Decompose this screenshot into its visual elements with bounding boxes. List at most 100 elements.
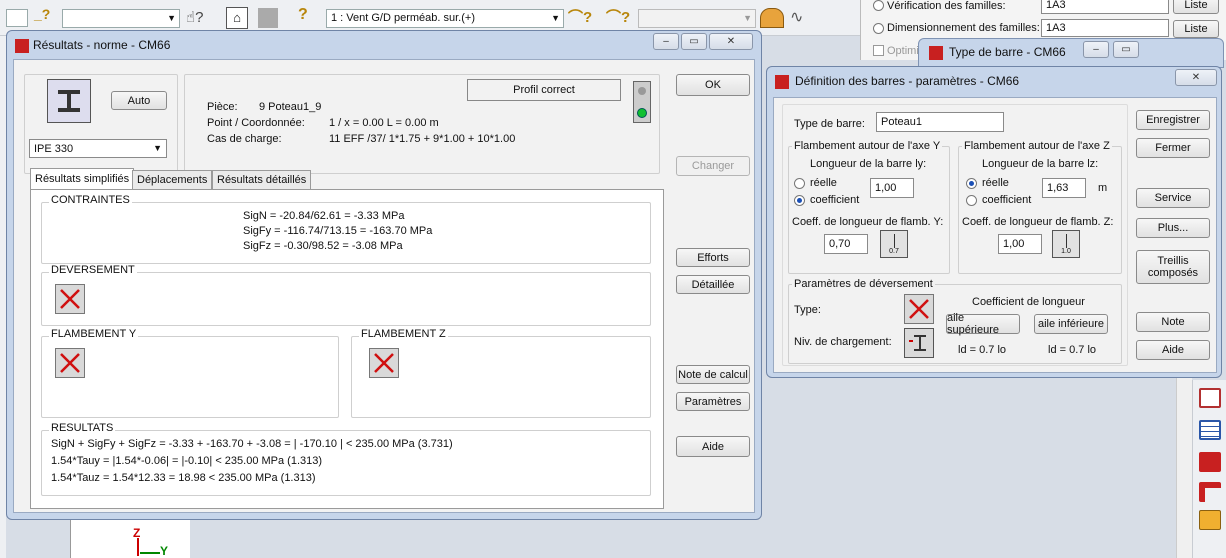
- tab-resultats-detailles[interactable]: Résultats détaillés: [212, 170, 312, 189]
- lz-unit: m: [1098, 182, 1108, 194]
- dev-type-fail-icon[interactable]: [904, 294, 934, 324]
- dev-type-label: Type:: [794, 304, 821, 316]
- auto-button[interactable]: Auto: [111, 91, 167, 110]
- niv-chargement-icon[interactable]: [904, 328, 934, 358]
- profile-select-value: IPE 330: [34, 142, 74, 155]
- box-icon[interactable]: [1199, 510, 1221, 530]
- flamb-y-param-title: Flambement autour de l'axe Y: [792, 140, 943, 152]
- loadcase-select[interactable]: 1 : Vent G/D perméab. sur.(+) ▼: [326, 9, 564, 28]
- tab-resultats-simplifies[interactable]: Résultats simplifiés: [30, 168, 135, 189]
- tab-deplacements[interactable]: Déplacements: [132, 170, 213, 189]
- i-beam-icon[interactable]: [47, 79, 91, 123]
- dim-value: 1A3: [1046, 22, 1066, 34]
- treillis-composes-button[interactable]: Treillis composés: [1136, 250, 1210, 284]
- resultat-line-1: SigN + SigFy + SigFz = -3.33 + -163.70 +…: [51, 438, 453, 450]
- buckling-y-icon-text: 0.7: [889, 248, 899, 255]
- reelle-z-radio[interactable]: [966, 178, 977, 189]
- angle-icon[interactable]: [1199, 482, 1221, 502]
- resultats-title: RESULTATS: [49, 422, 116, 434]
- grid-icon[interactable]: [258, 8, 278, 28]
- results-close[interactable]: ✕: [709, 33, 753, 50]
- aile-superieure-button[interactable]: aile supérieure: [946, 312, 1020, 336]
- coefficient-z-radio[interactable]: [966, 195, 977, 206]
- detaillee-button[interactable]: Détaillée: [676, 275, 750, 294]
- definition-aide-button[interactable]: Aide: [1136, 340, 1210, 360]
- axis-y-line: [140, 552, 160, 554]
- house-icon[interactable]: ⌂: [226, 7, 248, 29]
- dim-liste-button[interactable]: Liste: [1173, 20, 1219, 38]
- frame-3d-icon[interactable]: [1199, 388, 1221, 408]
- coef-z-value: 1,00: [1003, 238, 1025, 250]
- deversement-title: DEVERSEMENT: [49, 264, 137, 276]
- ly-value: 1,00: [875, 182, 897, 194]
- changer-button[interactable]: Changer: [676, 156, 750, 176]
- point-label: Point / Coordonnée:: [207, 117, 305, 129]
- note-button[interactable]: Note: [1136, 312, 1210, 332]
- ly-input[interactable]: 1,00: [870, 178, 914, 198]
- coefficient-y-radio[interactable]: [794, 195, 805, 206]
- service-button[interactable]: Service: [1136, 188, 1210, 208]
- results-minimize[interactable]: –: [653, 33, 679, 50]
- question-mark-icon[interactable]: ?: [298, 6, 308, 24]
- parametres-button[interactable]: Paramètres: [676, 392, 750, 411]
- definition-close[interactable]: ✕: [1175, 69, 1217, 86]
- help-pointer-icon[interactable]: ☝?: [186, 8, 203, 26]
- ld-inf-value: ld = 0.7 lo: [1048, 344, 1097, 356]
- coefficient-y-label: coefficient: [810, 194, 860, 206]
- reelle-y-label: réelle: [810, 177, 837, 189]
- toolbar-combo-left[interactable]: [6, 9, 28, 27]
- verif-value: 1A3: [1046, 0, 1066, 11]
- aide-button[interactable]: Aide: [676, 436, 750, 457]
- dim-input[interactable]: 1A3: [1041, 19, 1169, 37]
- profile-select[interactable]: IPE 330 ▼: [29, 139, 167, 158]
- type-barre-minimize[interactable]: –: [1083, 41, 1109, 58]
- coefficient-z-label: coefficient: [982, 194, 1032, 206]
- resultat-line-2: 1.54*Tauy = |1.54*-0.06| = |-0.10| < 235…: [51, 455, 323, 467]
- reelle-y-radio[interactable]: [794, 178, 805, 189]
- lz-input[interactable]: 1,63: [1042, 178, 1086, 198]
- load-diagram2-icon[interactable]: ⌒?: [606, 6, 630, 27]
- measure-question-icon[interactable]: _?: [34, 6, 56, 28]
- toolbar-combo-disabled[interactable]: ▼: [638, 9, 756, 28]
- definition-title: Définition des barres - paramètres - CM6…: [795, 74, 1020, 88]
- cas-value: 11 EFF /37/ 1*1.75 + 9*1.00 + 10*1.00: [329, 133, 516, 145]
- fermer-button[interactable]: Fermer: [1136, 138, 1210, 158]
- bridge-icon[interactable]: [760, 8, 784, 28]
- type-barre-input[interactable]: Poteau1: [876, 112, 1004, 132]
- ok-button[interactable]: OK: [676, 74, 750, 96]
- results-maximize[interactable]: ▭: [681, 33, 707, 50]
- cas-label: Cas de charge:: [207, 133, 282, 145]
- toolbar-combo-blank[interactable]: ▼: [62, 9, 180, 28]
- definition-client: Type de barre: Poteau1 Flambement autour…: [773, 97, 1217, 373]
- tab-panel: CONTRAINTES SigN = -20.84/62.61 = -3.33 …: [30, 189, 664, 509]
- type-barre-icon: [929, 46, 943, 60]
- plus-button[interactable]: Plus...: [1136, 218, 1210, 238]
- load-diagram-icon[interactable]: ⌒?: [568, 6, 592, 27]
- buckling-z-icon[interactable]: 1.0: [1052, 230, 1080, 258]
- type-barre-maximize[interactable]: ▭: [1113, 41, 1139, 58]
- verif-radio[interactable]: [873, 0, 884, 11]
- enregistrer-button[interactable]: Enregistrer: [1136, 110, 1210, 130]
- table-icon[interactable]: [1199, 420, 1221, 440]
- optim-checkbox[interactable]: [873, 45, 884, 56]
- traffic-light-icon: [633, 81, 651, 123]
- wave-icon[interactable]: ∿: [790, 7, 803, 27]
- contrainte-line-2: SigFy = -116.74/713.15 = -163.70 MPa: [243, 225, 433, 237]
- aile-inferieure-button[interactable]: aile inférieure: [1034, 314, 1108, 334]
- efforts-button[interactable]: Efforts: [676, 248, 750, 267]
- section-icon[interactable]: [1199, 452, 1221, 472]
- point-value: 1 / x = 0.00 L = 0.00 m: [329, 117, 439, 129]
- deversement-group: [41, 272, 651, 326]
- dim-radio[interactable]: [873, 23, 884, 34]
- buckling-y-icon[interactable]: 0.7: [880, 230, 908, 258]
- results-title: Résultats - norme - CM66: [33, 38, 171, 52]
- verif-liste-button[interactable]: Liste: [1173, 0, 1219, 14]
- verif-input[interactable]: 1A3: [1041, 0, 1169, 14]
- note-calcul-button[interactable]: Note de calcul: [676, 365, 750, 384]
- coef-z-input[interactable]: 1,00: [998, 234, 1042, 254]
- definition-window-icon: [775, 75, 789, 89]
- verif-label: Vérification des familles:: [887, 0, 1006, 12]
- results-window-icon: [15, 39, 29, 53]
- coef-y-input[interactable]: 0,70: [824, 234, 868, 254]
- resultat-line-3: 1.54*Tauz = 1.54*12.33 = 18.98 < 235.00 …: [51, 472, 316, 484]
